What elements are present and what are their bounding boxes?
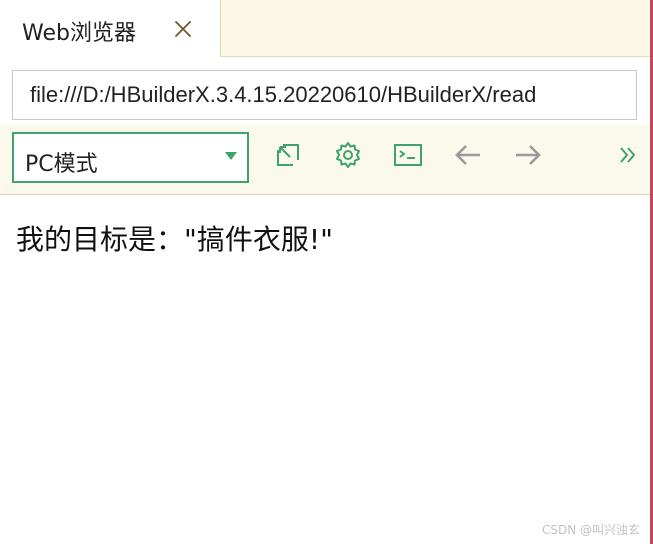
- settings-icon[interactable]: [333, 140, 363, 170]
- browser-toolbar: PC模式: [0, 125, 650, 195]
- address-bar[interactable]: [12, 70, 637, 120]
- page-text: 我的目标是："搞件衣服!": [16, 223, 333, 256]
- chevron-down-icon: [225, 152, 237, 160]
- tab-strip: Web浏览器: [0, 0, 650, 57]
- tab-title: Web浏览器: [22, 21, 136, 46]
- close-icon[interactable]: [172, 18, 194, 40]
- forward-icon[interactable]: [513, 140, 543, 170]
- back-icon[interactable]: [453, 140, 483, 170]
- more-icon[interactable]: [614, 140, 644, 170]
- mode-select-value: PC模式: [25, 152, 98, 177]
- page-content: 我的目标是："搞件衣服!" CSDN @叫兴浊玄: [0, 196, 650, 544]
- open-external-icon[interactable]: [273, 140, 303, 170]
- mode-select[interactable]: PC模式: [12, 132, 249, 183]
- tab-web-browser[interactable]: Web浏览器: [0, 0, 221, 57]
- watermark: CSDN @叫兴浊玄: [541, 523, 640, 537]
- browser-window: Web浏览器 PC模式: [0, 0, 653, 544]
- console-icon[interactable]: [393, 140, 423, 170]
- url-input[interactable]: [13, 71, 636, 119]
